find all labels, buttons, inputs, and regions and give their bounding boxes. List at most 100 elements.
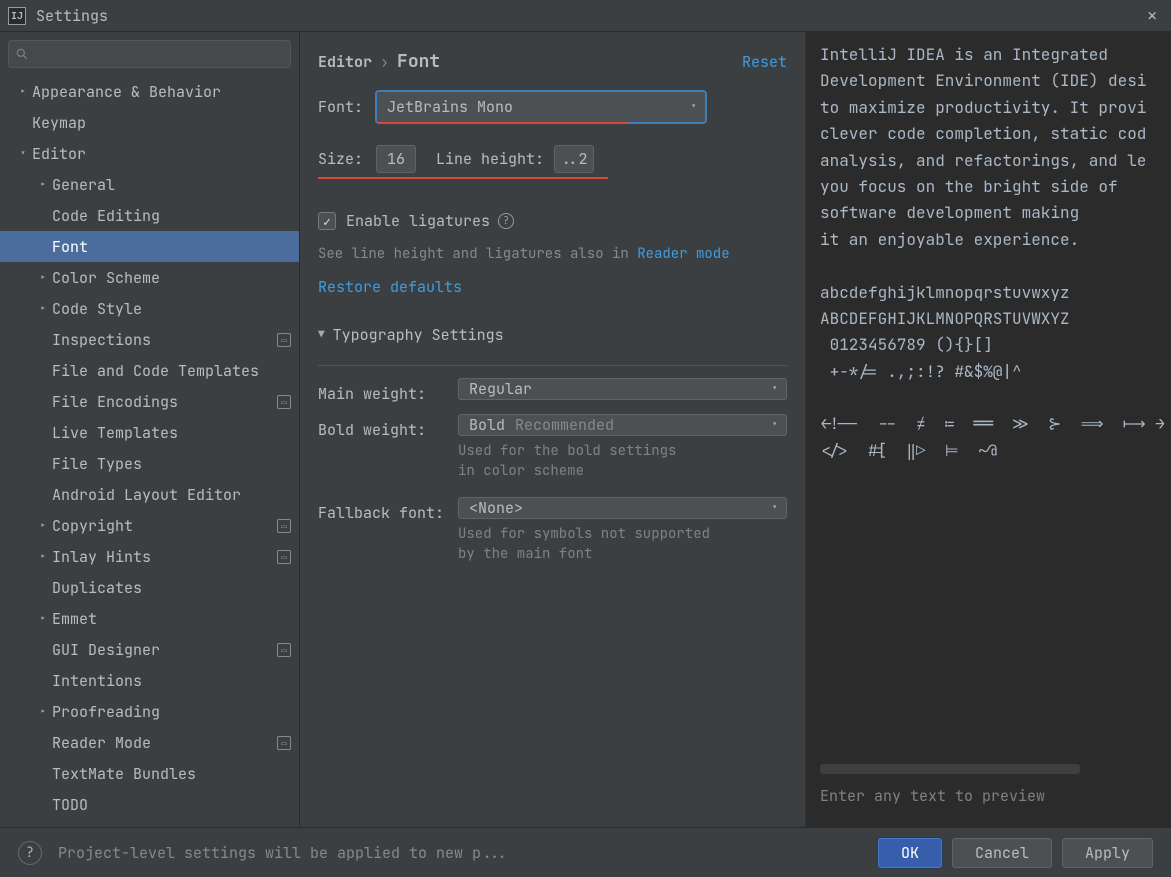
main-weight-label: Main weight: [318, 378, 458, 404]
sidebar-item-label: Duplicates [52, 578, 291, 598]
sidebar-item-editor[interactable]: ▾Editor [0, 138, 299, 169]
sidebar-item-inspections[interactable]: Inspections▭ [0, 324, 299, 355]
search-field[interactable] [35, 45, 284, 63]
settings-tree[interactable]: ▸Appearance & BehaviorKeymap▾Editor▸Gene… [0, 76, 299, 827]
preview-hint: Enter any text to preview [806, 784, 1171, 827]
breadcrumb-sep: › [380, 52, 389, 72]
sidebar-item-file-encodings[interactable]: File Encodings▭ [0, 386, 299, 417]
sidebar-item-label: Color Scheme [52, 268, 291, 288]
bold-recommended: Recommended [515, 415, 614, 435]
sidebar-item-gui-designer[interactable]: GUI Designer▭ [0, 634, 299, 665]
sidebar-item-appearance-behavior[interactable]: ▸Appearance & Behavior [0, 76, 299, 107]
sidebar-item-label: File Types [52, 454, 291, 474]
sidebar-item-emmet[interactable]: ▸Emmet [0, 603, 299, 634]
sidebar-item-todo[interactable]: TODO [0, 789, 299, 820]
lineheight-label: Line height: [436, 149, 544, 169]
size-input[interactable] [376, 145, 416, 173]
sidebar-item-reader-mode[interactable]: Reader Mode▭ [0, 727, 299, 758]
window-title: Settings [36, 6, 108, 26]
chevron-down-icon: ▾ [771, 501, 778, 515]
bold-note-1: Used for the bold settings [458, 442, 676, 460]
sidebar-item-live-templates[interactable]: Live Templates [0, 417, 299, 448]
fallback-dropdown[interactable]: <None> ▾ [458, 497, 787, 519]
footer: ? Project-level settings will be applied… [0, 827, 1171, 877]
chevron-down-icon: ▾ [771, 382, 778, 396]
sidebar-item-font[interactable]: Font [0, 231, 299, 262]
project-badge-icon: ▭ [277, 333, 291, 347]
help-icon[interactable]: ? [18, 841, 42, 865]
sidebar-item-keymap[interactable]: Keymap [0, 107, 299, 138]
breadcrumb-current: Font [397, 50, 440, 73]
ligatures-label: Enable ligatures [346, 211, 490, 231]
chevron-right-icon: ▸ [36, 612, 50, 626]
chevron-right-icon: ▸ [36, 178, 50, 192]
sidebar-item-label: Intentions [52, 671, 291, 691]
sidebar-item-label: Keymap [32, 113, 291, 133]
sidebar-item-intentions[interactable]: Intentions [0, 665, 299, 696]
sidebar-item-copyright[interactable]: ▸Copyright▭ [0, 510, 299, 541]
ok-button[interactable]: OK [878, 838, 942, 868]
search-icon [15, 47, 29, 61]
breadcrumb-parent[interactable]: Editor [318, 52, 372, 72]
typography-section-header[interactable]: ▼ Typography Settings [318, 325, 787, 345]
sidebar-item-label: Live Templates [52, 423, 291, 443]
underline-marker [378, 122, 628, 124]
settings-panel: Editor › Font Reset Font: JetBrains Mono… [300, 32, 805, 827]
sidebar-item-label: Copyright [52, 516, 277, 536]
sidebar-item-inlay-hints[interactable]: ▸Inlay Hints▭ [0, 541, 299, 572]
sidebar-item-label: Code Style [52, 299, 291, 319]
sidebar-item-android-layout-editor[interactable]: Android Layout Editor [0, 479, 299, 510]
sidebar-item-general[interactable]: ▸General [0, 169, 299, 200]
reader-mode-link[interactable]: Reader mode [637, 245, 729, 263]
sidebar-item-label: GUI Designer [52, 640, 277, 660]
close-icon[interactable]: ✕ [1141, 5, 1163, 26]
sidebar-item-code-editing[interactable]: Code Editing [0, 200, 299, 231]
main-weight-dropdown[interactable]: Regular ▾ [458, 378, 787, 400]
lineheight-input[interactable] [554, 145, 594, 173]
bold-note: Used for the bold settings in color sche… [458, 442, 787, 481]
content: Editor › Font Reset Font: JetBrains Mono… [300, 32, 1171, 827]
chevron-down-icon: ▼ [318, 328, 325, 342]
restore-defaults-link[interactable]: Restore defaults [318, 277, 787, 297]
sidebar-item-label: Reader Mode [52, 733, 277, 753]
sidebar-item-label: General [52, 175, 291, 195]
size-label: Size: [318, 149, 376, 169]
sidebar-item-label: Inlay Hints [52, 547, 277, 567]
font-value: JetBrains Mono [387, 97, 513, 117]
ligatures-hint: See line height and ligatures also in Re… [318, 245, 787, 263]
sidebar-item-label: Inspections [52, 330, 277, 350]
main: ▸Appearance & BehaviorKeymap▾Editor▸Gene… [0, 32, 1171, 827]
font-label: Font: [318, 97, 376, 117]
cancel-button[interactable]: Cancel [952, 838, 1052, 868]
sidebar-item-label: Editor [32, 144, 291, 164]
sidebar-item-label: File and Code Templates [52, 361, 291, 381]
project-badge-icon: ▭ [277, 395, 291, 409]
underline-marker [318, 177, 608, 179]
preview-text[interactable]: IntelliJ IDEA is an Integrated Developme… [806, 32, 1171, 764]
font-dropdown[interactable]: JetBrains Mono ▾ [376, 91, 706, 123]
breadcrumb: Editor › Font Reset [318, 50, 787, 73]
chevron-right-icon: ▸ [16, 85, 30, 99]
help-icon[interactable]: ? [498, 213, 514, 229]
fallback-note-2: by the main font [458, 545, 592, 563]
footer-note: Project-level settings will be applied t… [58, 843, 508, 863]
sidebar-item-file-types[interactable]: File Types [0, 448, 299, 479]
reset-link[interactable]: Reset [742, 52, 787, 72]
sidebar-item-textmate-bundles[interactable]: TextMate Bundles [0, 758, 299, 789]
fallback-label: Fallback font: [318, 497, 458, 523]
chevron-right-icon: ▸ [36, 302, 50, 316]
hint-text: See line height and ligatures also in [318, 245, 637, 263]
sidebar-item-code-style[interactable]: ▸Code Style [0, 293, 299, 324]
ligatures-checkbox[interactable] [318, 212, 336, 230]
fallback-note: Used for symbols not supported by the ma… [458, 525, 787, 564]
sidebar-item-color-scheme[interactable]: ▸Color Scheme [0, 262, 299, 293]
apply-button[interactable]: Apply [1062, 838, 1153, 868]
divider [318, 365, 787, 366]
preview-scrollbar[interactable] [820, 764, 1080, 774]
bold-weight-dropdown[interactable]: Bold Recommended ▾ [458, 414, 787, 436]
preview-panel: IntelliJ IDEA is an Integrated Developme… [805, 32, 1171, 827]
sidebar-item-file-and-code-templates[interactable]: File and Code Templates [0, 355, 299, 386]
sidebar-item-duplicates[interactable]: Duplicates [0, 572, 299, 603]
search-input[interactable] [8, 40, 291, 68]
sidebar-item-proofreading[interactable]: ▸Proofreading [0, 696, 299, 727]
